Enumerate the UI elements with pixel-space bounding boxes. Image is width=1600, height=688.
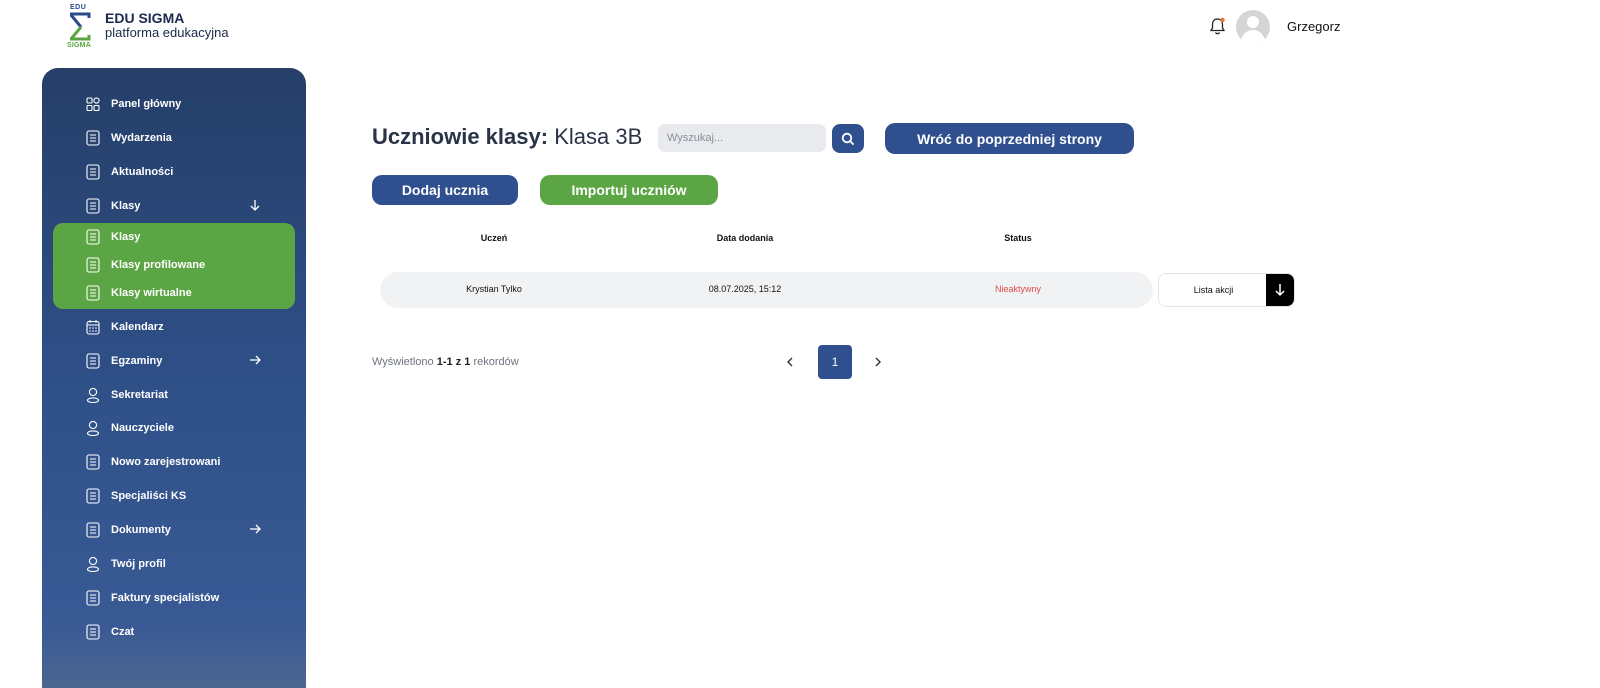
sidebar-item-nowo-zarejestrowani[interactable]: Nowo zarejestrowani bbox=[86, 451, 266, 473]
document-icon bbox=[86, 522, 100, 538]
sidebar-item-label: Dokumenty bbox=[111, 524, 171, 536]
column-header-student: Uczeń bbox=[480, 233, 508, 243]
logo-bottom-text: SIGMA bbox=[67, 42, 91, 49]
document-icon bbox=[86, 198, 100, 214]
submenu-item-klasy-wirtualne[interactable]: Klasy wirtualne bbox=[86, 283, 192, 303]
actions-toggle[interactable] bbox=[1266, 274, 1294, 306]
sidebar-item-aktualnosci[interactable]: Aktualności bbox=[86, 161, 266, 183]
grid-icon bbox=[86, 97, 100, 112]
sidebar-item-nauczyciele[interactable]: Nauczyciele bbox=[86, 417, 266, 439]
document-icon bbox=[86, 257, 100, 273]
document-icon bbox=[86, 454, 100, 470]
document-icon bbox=[86, 130, 100, 146]
status-badge: Nieaktywny bbox=[994, 284, 1042, 294]
sidebar-item-panel-glowny[interactable]: Panel główny bbox=[86, 93, 266, 115]
sidebar-item-label: Czat bbox=[111, 626, 135, 638]
actions-dropdown[interactable]: Lista akcji bbox=[1158, 273, 1295, 307]
sidebar: Panel główny Wydarzenia Aktualności Klas… bbox=[42, 68, 306, 688]
add-student-button[interactable]: Dodaj ucznia bbox=[372, 175, 518, 205]
user-icon bbox=[86, 420, 100, 436]
sidebar-item-label: Nauczyciele bbox=[111, 422, 174, 434]
sidebar-item-label: Faktury specjalistów bbox=[111, 592, 220, 604]
submenu-item-label: Klasy bbox=[111, 231, 141, 243]
page-title: Uczniowie klasy: Klasa 3B bbox=[372, 124, 642, 150]
calendar-icon bbox=[86, 320, 100, 335]
sidebar-item-label: Egzaminy bbox=[111, 355, 163, 367]
search-icon bbox=[841, 132, 855, 145]
document-icon bbox=[86, 164, 100, 180]
sidebar-item-dokumenty[interactable]: Dokumenty bbox=[86, 519, 266, 541]
sigma-logo-icon bbox=[69, 12, 91, 41]
sidebar-item-label: Klasy bbox=[111, 200, 141, 212]
username[interactable]: Grzegorz bbox=[1287, 19, 1340, 34]
column-header-status: Status bbox=[1004, 233, 1032, 243]
submenu-item-label: Klasy wirtualne bbox=[111, 287, 192, 299]
sidebar-item-label: Aktualności bbox=[111, 166, 174, 178]
table-row: Krystian Tylko 08.07.2025, 15:12 Nieakty… bbox=[380, 272, 1153, 308]
search-button[interactable] bbox=[832, 124, 864, 153]
logo-top-text: EDU bbox=[70, 4, 87, 11]
sidebar-item-czat[interactable]: Czat bbox=[86, 621, 266, 643]
arrow-down-icon bbox=[250, 200, 260, 211]
brand-title: EDU SIGMA bbox=[105, 10, 185, 26]
import-students-button[interactable]: Importuj uczniów bbox=[540, 175, 718, 205]
column-header-date: Data dodania bbox=[716, 233, 774, 243]
pagination-next-button[interactable] bbox=[870, 353, 886, 371]
records-total: 1 bbox=[464, 356, 471, 368]
chevron-left-icon bbox=[787, 357, 793, 367]
sidebar-item-label: Wydarzenia bbox=[111, 132, 172, 144]
sidebar-item-kalendarz[interactable]: Kalendarz bbox=[86, 316, 266, 338]
search-input[interactable] bbox=[658, 124, 826, 152]
sidebar-item-specjalisci-ks[interactable]: Specjaliści KS bbox=[86, 485, 266, 507]
sidebar-item-label: Kalendarz bbox=[111, 321, 164, 333]
document-icon bbox=[86, 229, 100, 245]
document-icon bbox=[86, 488, 100, 504]
sidebar-item-label: Sekretariat bbox=[111, 389, 168, 401]
actions-label[interactable]: Lista akcji bbox=[1159, 274, 1268, 306]
back-button[interactable]: Wróć do poprzedniej strony bbox=[885, 123, 1134, 154]
notification-bell-icon[interactable] bbox=[1209, 17, 1226, 36]
document-icon bbox=[86, 285, 100, 301]
page-title-prefix: Uczniowie klasy: bbox=[372, 124, 549, 149]
records-of: z bbox=[455, 356, 462, 368]
sidebar-item-label: Nowo zarejestrowani bbox=[111, 456, 221, 468]
document-icon bbox=[86, 590, 100, 606]
submenu-item-klasy-profilowane[interactable]: Klasy profilowane bbox=[86, 255, 205, 275]
records-summary: Wyświetlono 1-1 z 1 rekordów bbox=[372, 356, 519, 368]
submenu-item-klasy[interactable]: Klasy bbox=[86, 227, 140, 247]
arrow-right-icon bbox=[250, 524, 261, 534]
user-icon bbox=[86, 387, 100, 403]
logo[interactable]: EDU SIGMA EDU SIGMA platforma edukacyjna bbox=[66, 4, 229, 50]
sidebar-item-faktury-specjalistow[interactable]: Faktury specjalistów bbox=[86, 587, 266, 609]
sidebar-item-klasy[interactable]: Klasy bbox=[86, 195, 266, 217]
student-name: Krystian Tylko bbox=[466, 284, 522, 294]
sidebar-item-label: Panel główny bbox=[111, 98, 182, 110]
document-icon bbox=[86, 353, 100, 369]
submenu-item-label: Klasy profilowane bbox=[111, 259, 206, 271]
sidebar-submenu-klasy: Klasy Klasy profilowane Klasy wirtualne bbox=[53, 223, 295, 309]
sidebar-item-twoj-profil[interactable]: Twój profil bbox=[86, 553, 266, 575]
pagination-page-button[interactable]: 1 bbox=[818, 345, 852, 379]
records-range: 1-1 bbox=[436, 356, 453, 368]
brand-subtitle: platforma edukacyjna bbox=[105, 25, 229, 40]
sidebar-item-sekretariat[interactable]: Sekretariat bbox=[86, 384, 266, 406]
chevron-right-icon bbox=[875, 357, 881, 367]
sidebar-item-egzaminy[interactable]: Egzaminy bbox=[86, 350, 266, 372]
document-icon bbox=[86, 624, 100, 640]
sidebar-item-wydarzenia[interactable]: Wydarzenia bbox=[86, 127, 266, 149]
user-icon bbox=[86, 556, 100, 572]
avatar[interactable] bbox=[1236, 10, 1270, 44]
arrow-down-icon bbox=[1275, 284, 1285, 297]
sidebar-item-label: Twój profil bbox=[111, 558, 166, 570]
sidebar-item-label: Specjaliści KS bbox=[111, 490, 187, 502]
pagination-prev-button[interactable] bbox=[782, 353, 798, 371]
logo-mark: EDU SIGMA bbox=[66, 4, 94, 50]
arrow-right-icon bbox=[250, 355, 261, 365]
page-title-class: Klasa 3B bbox=[554, 124, 643, 149]
date-added: 08.07.2025, 15:12 bbox=[708, 284, 782, 294]
